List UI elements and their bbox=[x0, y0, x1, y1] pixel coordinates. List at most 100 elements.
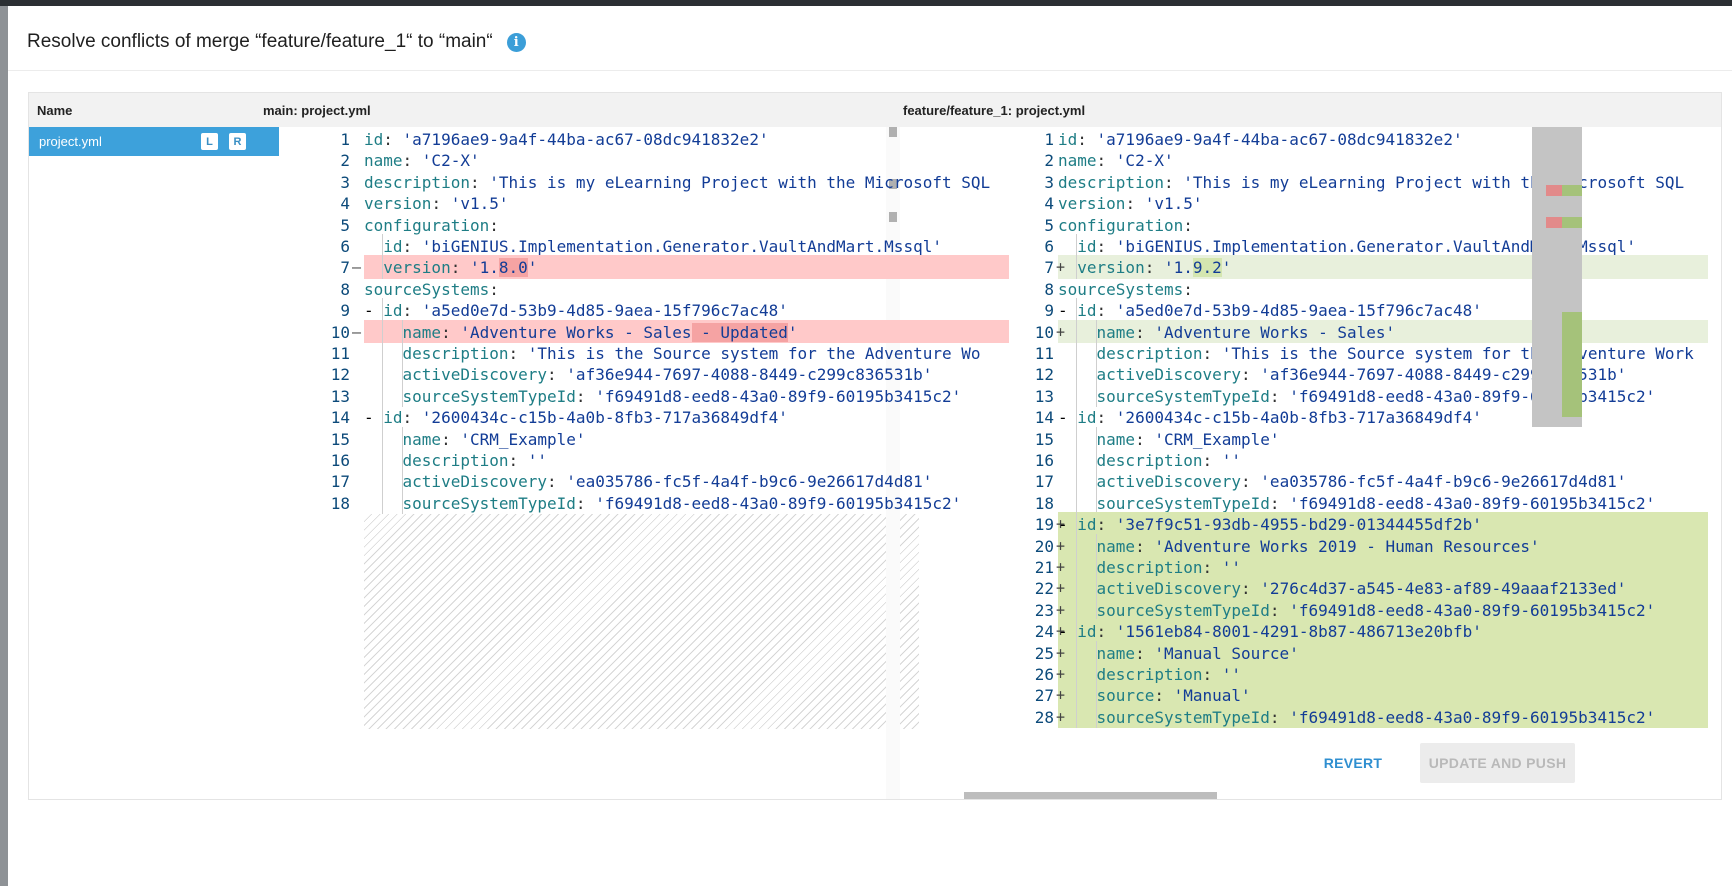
yaml-key: id bbox=[383, 237, 403, 256]
merge-conflict-dialog: Resolve conflicts of merge “feature/feat… bbox=[8, 6, 1732, 886]
code-text: id: 'a7196ae9-9a4f-44ba-ac67-08dc941832e… bbox=[1058, 130, 1463, 149]
yaml-key: description bbox=[364, 172, 470, 192]
file-item-label: project.yml bbox=[39, 134, 102, 149]
yaml-colon: : bbox=[383, 130, 403, 149]
yaml-key: description bbox=[402, 344, 509, 363]
yaml-colon: : bbox=[1269, 707, 1290, 727]
yaml-key: description bbox=[402, 451, 509, 470]
yaml-colon: : bbox=[450, 258, 470, 278]
yaml-key: id bbox=[364, 130, 384, 149]
right-minimap[interactable] bbox=[1532, 127, 1582, 427]
yaml-key: sourceSystemTypeId bbox=[1096, 386, 1270, 406]
line-number: 8 bbox=[340, 279, 350, 299]
left-code-line: 13 sourceSystemTypeId: 'f69491d8-eed8-43… bbox=[284, 383, 1009, 408]
line-number: 3 bbox=[340, 172, 350, 192]
yaml-value: 'f69491d8-eed8-43a0-89f9-60195b3415c2' bbox=[1289, 493, 1656, 513]
right-code-editor[interactable]: 1 id: 'a7196ae9-9a4f-44ba-ac67-08dc941832… bbox=[1018, 127, 1708, 799]
yaml-colon: : bbox=[1269, 493, 1290, 513]
yaml-key: activeDiscovery bbox=[402, 472, 548, 492]
left-code-line: 1 id: 'a7196ae9-9a4f-44ba-ac67-08dc941832… bbox=[284, 127, 1009, 151]
use-left-button[interactable]: L bbox=[201, 133, 218, 150]
code-text: name: 'CRM_Example' bbox=[1058, 430, 1280, 449]
yaml-colon: : bbox=[1125, 194, 1145, 214]
left-code-line: 15 name: 'CRM_Example' bbox=[284, 426, 1009, 451]
line-number: 18 bbox=[1034, 493, 1054, 513]
line-number: 9 bbox=[340, 301, 350, 321]
yaml-key: version bbox=[364, 194, 432, 214]
missing-lines-placeholder bbox=[364, 514, 919, 729]
use-right-button[interactable]: R bbox=[229, 133, 246, 150]
yaml-value: 'ea035786-fc5f-4a4f-b9c6-9e26617d4d81' bbox=[1260, 472, 1627, 492]
yaml-value: 'This is my eLearning Project with the M… bbox=[489, 172, 991, 192]
right-code-line: 15 name: 'CRM_Example' bbox=[1018, 426, 1708, 451]
code-text: sourceSystemTypeId: 'f69491d8-eed8-43a0-… bbox=[1058, 707, 1656, 727]
minimap-conflict-mark bbox=[1546, 185, 1562, 196]
yaml-key: id bbox=[383, 301, 403, 321]
code-text: sourceSystemTypeId: 'f69491d8-eed8-43a0-… bbox=[1058, 601, 1656, 620]
update-and-push-button[interactable]: UPDATE AND PUSH bbox=[1420, 743, 1575, 783]
line-number: 27 bbox=[1034, 686, 1054, 706]
yaml-value: 'f69491d8-eed8-43a0-89f9-60195b3415c2' bbox=[1289, 386, 1656, 406]
horizontal-scrollbar[interactable] bbox=[964, 792, 1217, 799]
yaml-value: 'a7196ae9-9a4f-44ba-ac67-08dc941832e2' bbox=[1096, 130, 1463, 149]
code-text: sourceSystems: bbox=[364, 280, 509, 299]
yaml-colon: : bbox=[1241, 472, 1261, 492]
info-icon[interactable]: i bbox=[506, 32, 526, 52]
yaml-key: sourceSystemTypeId bbox=[402, 493, 576, 513]
left-code-line: 4 version: 'v1.5' bbox=[284, 191, 1009, 215]
yaml-value: 'Manual' bbox=[1173, 686, 1251, 706]
yaml-key: activeDiscovery bbox=[1096, 472, 1242, 492]
code-text: description: 'This is my eLearning Proje… bbox=[364, 173, 990, 192]
line-number: 19 bbox=[1034, 515, 1054, 535]
line-number: 6 bbox=[1044, 237, 1054, 256]
dialog-title: Resolve conflicts of merge “feature/feat… bbox=[27, 28, 526, 56]
yaml-colon: : bbox=[547, 472, 567, 492]
yaml-colon: : bbox=[402, 151, 422, 171]
yaml-value: 'v1.5' bbox=[1144, 194, 1203, 214]
left-code-line: 2 name: 'C2-X' bbox=[284, 148, 1009, 172]
yaml-value: '1561eb84-8001-4291-8b87-486713e20bfb' bbox=[1115, 622, 1482, 642]
code-text: name: 'Adventure Works - Sales - Updated… bbox=[364, 322, 797, 342]
code-text: description: '' bbox=[1058, 451, 1242, 470]
code-text: configuration: bbox=[364, 216, 509, 235]
yaml-value: 'CRM_Example' bbox=[460, 429, 586, 449]
line-number: 7 bbox=[1044, 258, 1054, 278]
yaml-value: 'f69491d8-eed8-43a0-89f9-60195b3415c2' bbox=[595, 493, 962, 513]
yaml-key: sourceSystems bbox=[1058, 279, 1184, 299]
right-code-line: 7 + version: '1.9.2' bbox=[1018, 255, 1708, 280]
line-number: 4 bbox=[340, 194, 350, 214]
yaml-colon: : bbox=[402, 301, 422, 321]
yaml-value: '276c4d37-a545-4e83-af89-49aaaf2133ed' bbox=[1260, 579, 1627, 599]
line-number: 18 bbox=[330, 493, 350, 513]
code-text: name: 'Manual_Source' bbox=[1058, 644, 1299, 663]
code-text: - id: '3e7f9c51-93db-4955-bd29-01344455d… bbox=[1058, 515, 1482, 535]
code-text: activeDiscovery: '276c4d37-a545-4e83-af8… bbox=[1058, 579, 1627, 599]
line-number: 5 bbox=[1044, 215, 1054, 235]
right-code-line: 22 + activeDiscovery: '276c4d37-a545-4e83… bbox=[1018, 576, 1708, 601]
code-text: version: 'v1.5' bbox=[1058, 194, 1203, 213]
yaml-colon: : bbox=[441, 429, 461, 449]
yaml-value: 'CRM_Example' bbox=[1154, 429, 1280, 449]
right-code-line: 28 + sourceSystemTypeId: 'f69491d8-eed8-4… bbox=[1018, 704, 1708, 729]
yaml-value: 'Adventure Works 2019 - Human Resources' bbox=[1154, 536, 1540, 556]
line-number: 6 bbox=[340, 237, 350, 256]
code-text: version: 'v1.5' bbox=[364, 194, 509, 213]
yaml-colon: : bbox=[1096, 408, 1116, 428]
revert-button[interactable]: REVERT bbox=[1294, 743, 1412, 783]
yaml-colon: : bbox=[1135, 536, 1155, 556]
yaml-key: version bbox=[1077, 258, 1145, 278]
minimap-change-mark bbox=[1562, 217, 1582, 228]
yaml-colon: : bbox=[1183, 215, 1203, 235]
yaml-key: name bbox=[1096, 322, 1136, 342]
yaml-value: '' bbox=[1221, 558, 1242, 577]
right-code-line: 2 name: 'C2-X' bbox=[1018, 148, 1708, 172]
file-item-project-yml[interactable]: project.yml L R bbox=[29, 127, 279, 156]
yaml-key: name bbox=[1096, 643, 1136, 663]
diff-panel: Name main: project.yml feature/feature_1… bbox=[28, 92, 1722, 800]
left-code-line: 6 id: 'biGENIUS.Implementation.Generator… bbox=[284, 234, 1009, 258]
yaml-colon: : bbox=[1135, 322, 1155, 342]
left-code-editor[interactable]: 1 id: 'a7196ae9-9a4f-44ba-ac67-08dc941832… bbox=[284, 127, 1009, 799]
yaml-key: source bbox=[1096, 686, 1155, 706]
yaml-colon: : bbox=[1269, 386, 1290, 406]
line-number: 26 bbox=[1034, 665, 1054, 684]
